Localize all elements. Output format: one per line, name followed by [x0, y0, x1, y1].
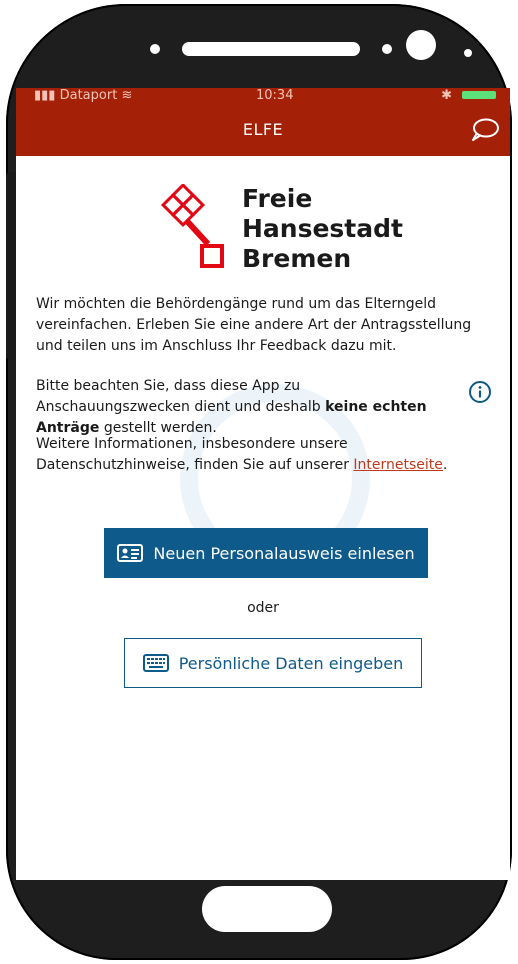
app-screen: ▮▮▮ Dataport ≋ 10:34 ✱ ELFE Freie Hanses… [16, 88, 510, 880]
sensor-dot [464, 49, 472, 57]
signal-icon: ▮▮▮ [34, 88, 56, 103]
website-link[interactable]: Internetseite [353, 457, 443, 473]
intro-paragraph: Wir möchten die Behördengänge rund um da… [36, 296, 472, 354]
bremen-logo: Freie Hansestadt Bremen [156, 184, 403, 280]
home-button[interactable] [202, 886, 332, 932]
enter-personal-data-button[interactable]: Persönliche Daten eingeben [124, 638, 422, 688]
enter-personal-data-label: Persönliche Daten eingeben [178, 653, 404, 673]
phone-frame: ▮▮▮ Dataport ≋ 10:34 ✱ ELFE Freie Hanses… [6, 4, 512, 960]
info-paragraph: Weitere Informationen, insbesondere unse… [36, 436, 448, 473]
sensor-dot [382, 44, 392, 54]
info-icon[interactable] [468, 380, 492, 404]
read-id-card-button[interactable]: Neuen Personalausweis einlesen [104, 528, 428, 578]
or-separator: oder [247, 600, 279, 616]
wifi-icon: ≋ [121, 88, 133, 103]
logo-line: Hansestadt [242, 214, 403, 243]
side-volume-button [6, 172, 16, 360]
id-card-icon [117, 544, 144, 562]
front-camera [406, 30, 436, 60]
app-bar: ▮▮▮ Dataport ≋ 10:34 ✱ ELFE [16, 88, 510, 156]
battery-icon [462, 91, 504, 99]
sensor-dot [150, 44, 160, 54]
bluetooth-icon: ✱ [441, 88, 452, 103]
speech-bubble-icon[interactable] [470, 118, 500, 142]
logo-wordmark: Freie Hansestadt Bremen [242, 184, 403, 274]
status-bar: ▮▮▮ Dataport ≋ 10:34 ✱ [16, 88, 510, 106]
keyboard-icon [142, 654, 169, 672]
disclaimer-paragraph: Bitte beachten Sie, dass diese App zu An… [36, 378, 427, 436]
status-time: 10:34 [256, 88, 294, 103]
app-title: ELFE [242, 120, 284, 139]
logo-line: Freie [242, 184, 313, 213]
logo-line: Bremen [242, 244, 352, 273]
bremen-key-logo-icon [160, 184, 224, 268]
earpiece-speaker [182, 42, 360, 56]
read-id-card-label: Neuen Personalausweis einlesen [153, 543, 415, 563]
carrier-label: ▮▮▮ Dataport ≋ [34, 88, 133, 103]
